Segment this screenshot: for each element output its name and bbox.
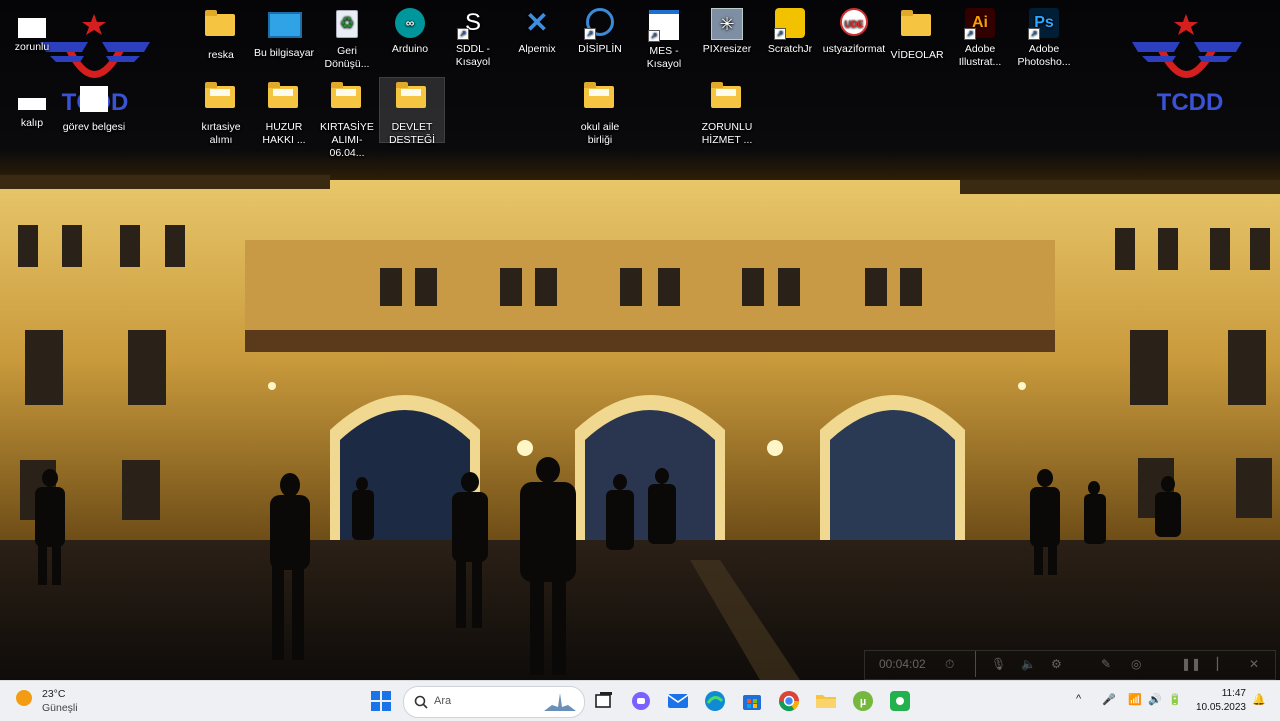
search-highlight-icon: [544, 693, 576, 711]
folder-icon: [711, 82, 741, 108]
microphone-icon[interactable]: 🎙: [991, 657, 1006, 671]
edge-button[interactable]: [703, 689, 727, 713]
alpemix-icon: ✕: [525, 7, 549, 38]
folder-icon: [205, 82, 235, 108]
arduino-icon: ∞: [395, 8, 425, 38]
recycle-bin-icon: ♻: [336, 10, 358, 38]
monitor-icon: [268, 12, 302, 38]
camera-icon[interactable]: ◎: [1131, 657, 1141, 671]
weather-condition: Güneşli: [42, 702, 78, 714]
folder-icon: [331, 82, 361, 108]
desktop-icon-recycle-bin[interactable]: ♻ Geri Dönüşü...: [315, 8, 379, 71]
ude-icon: UDE: [840, 8, 868, 36]
desktop-icon-kirtasiye-alimi[interactable]: kırtasiye alımı: [189, 80, 253, 147]
screen-recorder-toolbar[interactable]: 00:04:02 ⏱ 🎙 🔈 ⚙ ✎ ◎ ❚❚ ▏ ✕: [864, 650, 1276, 680]
tray-overflow-button[interactable]: ^: [1076, 693, 1081, 705]
folder-icon: [816, 695, 836, 708]
chrome-button[interactable]: [777, 689, 801, 713]
desktop-icon-videolar[interactable]: VİDEOLAR: [885, 8, 949, 62]
mail-button[interactable]: [666, 689, 690, 713]
chrome-icon: [778, 691, 800, 712]
desktop-icon-okul-aile-birligi[interactable]: okul aile birliği: [568, 80, 632, 147]
desktop-icon-ustyaziformat[interactable]: UDE ustyaziformat: [822, 8, 886, 56]
chat-icon: [632, 692, 650, 710]
taskbar-clock[interactable]: 11:47 10.05.2023: [1190, 687, 1246, 715]
desktop-icon-zorunlu[interactable]: zorunlu: [0, 14, 64, 54]
document-icon: [18, 18, 46, 38]
desktop-icon-this-pc[interactable]: Bu bilgisayar: [252, 8, 316, 60]
wifi-icon[interactable]: 📶: [1128, 693, 1142, 706]
pause-icon[interactable]: ❚❚: [1181, 657, 1201, 671]
stop-icon[interactable]: ▏: [1217, 657, 1226, 671]
mail-icon: [667, 694, 689, 708]
microphone-tray-icon[interactable]: 🎤: [1102, 693, 1116, 706]
teams-chat-button[interactable]: [629, 689, 653, 713]
start-button[interactable]: [369, 689, 393, 713]
shortcut-arrow-icon: ↗: [964, 28, 976, 40]
pixresizer-icon: ✳: [711, 8, 743, 40]
folder-icon: [901, 10, 931, 36]
recorder-app-icon: [890, 691, 910, 711]
desktop-icon-devlet-destegi[interactable]: DEVLET DESTEĞİ: [379, 77, 445, 146]
recording-timer: 00:04:02: [879, 657, 926, 671]
windows-icon: [371, 691, 391, 711]
task-view-icon: [595, 692, 612, 708]
desktop-icon-zorunlu-hizmet[interactable]: ZORUNLU HİZMET ...: [695, 80, 759, 147]
document-icon: [80, 86, 108, 112]
utorrent-button[interactable]: µ: [851, 689, 875, 713]
folder-icon: [584, 82, 614, 108]
desktop-icon-illustrator[interactable]: Ai ↗ Adobe Illustrat...: [948, 8, 1012, 69]
desktop-icon-gorev-belgesi[interactable]: görev belgesi: [62, 82, 126, 134]
volume-icon[interactable]: 🔊: [1148, 693, 1162, 706]
clock-time: 11:47: [1221, 688, 1246, 699]
desktop-icon-kirtasiye-alimi-0604[interactable]: KIRTASİYE ALIMI-06.04...: [315, 80, 379, 160]
store-button[interactable]: [740, 689, 764, 713]
task-view-button[interactable]: [592, 689, 616, 713]
edge-icon: [705, 691, 725, 711]
shortcut-arrow-icon: ↗: [1028, 28, 1040, 40]
store-icon: [743, 695, 761, 710]
shortcut-arrow-icon: ↗: [584, 28, 596, 40]
timer-icon[interactable]: ⏱: [945, 657, 954, 672]
tcdd-logo-right: TCDD: [1126, 12, 1246, 117]
taskbar: 23°C Güneşli Ara µ ^ 🎤 📶 🔊 🔋 11:47 10.05…: [0, 680, 1280, 721]
utorrent-icon: µ: [853, 691, 873, 711]
svg-text:µ: µ: [860, 696, 866, 708]
notification-icon[interactable]: 🔔: [1252, 693, 1266, 706]
folder-icon: [268, 82, 298, 108]
file-explorer-button[interactable]: [814, 689, 838, 713]
desktop-icon-reska[interactable]: reska: [189, 8, 253, 62]
recorder-app-button[interactable]: [888, 689, 912, 713]
speaker-icon[interactable]: 🔈: [1021, 657, 1036, 671]
desktop-icon-alpemix[interactable]: ✕ Alpemix: [505, 8, 569, 56]
desktop-icon-pixresizer[interactable]: ✳ PIXresizer: [695, 8, 759, 56]
close-icon[interactable]: ✕: [1249, 657, 1259, 671]
settings-icon[interactable]: ⚙: [1051, 657, 1062, 671]
search-placeholder: Ara: [434, 695, 452, 707]
desktop-icon-sddl[interactable]: S ↗ SDDL - Kısayol: [441, 8, 505, 69]
desktop-icon-disiplin[interactable]: ↗ DİSİPLİN: [568, 8, 632, 56]
folder-icon: [396, 82, 426, 108]
weather-temperature: 23°C: [42, 688, 66, 700]
desktop-icon-arduino[interactable]: ∞ Arduino: [378, 8, 442, 56]
clock-date: 10.05.2023: [1195, 702, 1246, 713]
desktop-icon-kalip[interactable]: kalıp: [0, 94, 64, 130]
shortcut-arrow-icon: ↗: [457, 28, 469, 40]
shortcut-arrow-icon: ↗: [774, 28, 786, 40]
user-folder-icon: [205, 10, 235, 36]
taskbar-search[interactable]: Ara: [403, 686, 585, 718]
sun-icon: [16, 690, 32, 706]
desktop-icon-photoshop[interactable]: Ps ↗ Adobe Photosho...: [1012, 8, 1076, 69]
battery-icon[interactable]: 🔋: [1168, 693, 1182, 706]
pen-icon[interactable]: ✎: [1101, 657, 1111, 671]
search-icon: [414, 695, 428, 709]
tcdd-logo-text: TCDD: [1157, 89, 1224, 112]
shortcut-arrow-icon: ↗: [648, 30, 660, 42]
desktop-icon-scratchjr[interactable]: ↗ ScratchJr: [758, 8, 822, 56]
desktop-icon-mes[interactable]: ↗ MES - Kısayol: [632, 8, 696, 71]
document-icon: [18, 98, 46, 110]
desktop-icon-huzur-hakki[interactable]: HUZUR HAKKI ...: [252, 80, 316, 147]
